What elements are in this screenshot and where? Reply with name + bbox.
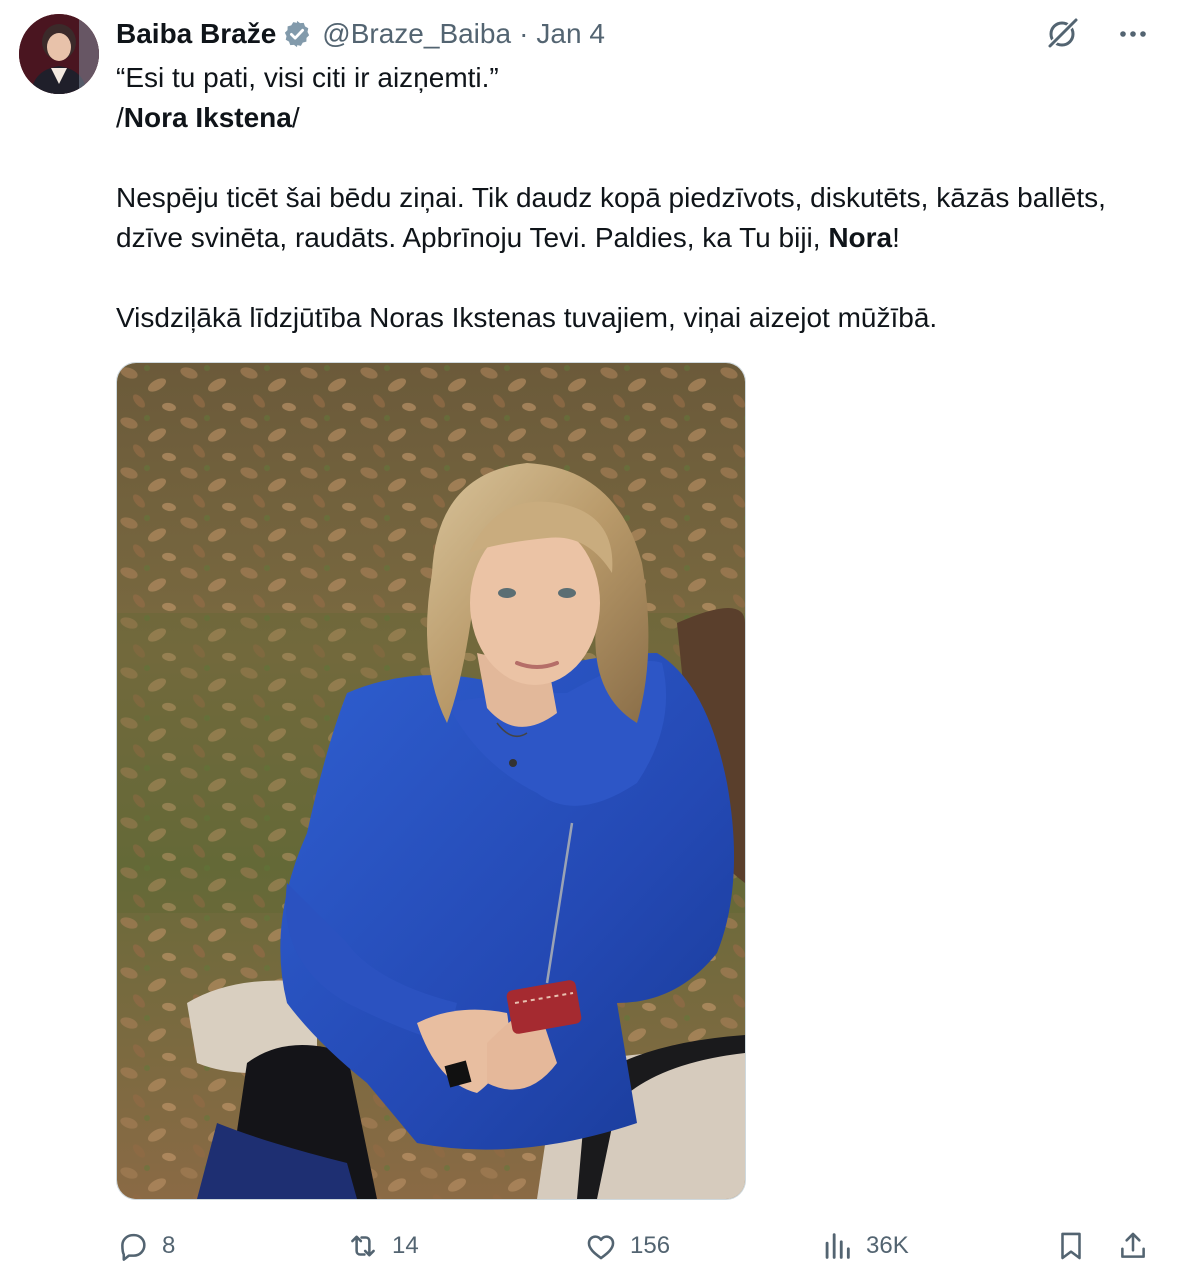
quote-line: “Esi tu pati, visi citi ir aizņemti.” xyxy=(116,62,499,93)
avatar[interactable] xyxy=(19,14,99,94)
grok-icon[interactable] xyxy=(1044,16,1080,52)
quote-author-name: Nora Ikstena xyxy=(123,102,292,133)
like-count: 156 xyxy=(630,1232,671,1259)
more-icon[interactable] xyxy=(1116,17,1150,51)
tweet-card[interactable]: Baiba Braže @Braze_Baiba · Jan 4 “Esi tu… xyxy=(0,0,1186,1284)
quote-author-line: /Nora Ikstena/ xyxy=(116,98,1156,138)
action-bar: 8 14 156 36K xyxy=(116,1222,1156,1270)
top-actions xyxy=(1044,14,1150,54)
tweet-photo[interactable] xyxy=(116,362,746,1200)
tweet-date[interactable]: Jan 4 xyxy=(536,18,605,50)
separator-dot: · xyxy=(519,18,529,49)
bookmark-button[interactable] xyxy=(1054,1222,1088,1270)
paragraph-2-end: ! xyxy=(892,222,900,253)
repost-button[interactable]: 14 xyxy=(346,1222,419,1270)
share-icon xyxy=(1121,1232,1145,1258)
like-button[interactable]: 156 xyxy=(584,1222,670,1270)
author-handle[interactable]: @Braze_Baiba xyxy=(322,18,511,50)
repost-count: 14 xyxy=(392,1232,419,1259)
views-button[interactable]: 36K xyxy=(820,1222,909,1270)
reply-button[interactable]: 8 xyxy=(116,1222,175,1270)
share-button[interactable] xyxy=(1116,1222,1150,1270)
verified-badge-icon xyxy=(285,20,310,48)
repost-icon xyxy=(351,1235,375,1257)
tweet-text: “Esi tu pati, visi citi ir aizņemti.” /N… xyxy=(116,58,1156,338)
views-count: 36K xyxy=(866,1232,909,1259)
views-icon xyxy=(825,1233,850,1259)
like-icon xyxy=(587,1235,615,1260)
quote-slash-close: / xyxy=(291,102,300,133)
reply-icon xyxy=(121,1233,146,1261)
reply-count: 8 xyxy=(162,1232,176,1259)
tweet-paragraph-2: Nespēju ticēt šai bēdu ziņai. Tik daudz … xyxy=(116,178,1156,258)
quote-slash-open: / xyxy=(116,102,124,133)
tweet-header: Baiba Braže @Braze_Baiba · Jan 4 xyxy=(116,14,605,54)
paragraph-2-bold-name: Nora xyxy=(828,222,893,253)
author-name[interactable]: Baiba Braže xyxy=(116,18,276,50)
tweet-paragraph-3: Visdziļākā līdzjūtība Noras Ikstenas tuv… xyxy=(116,302,938,333)
bookmark-icon xyxy=(1061,1232,1081,1260)
paragraph-2-text: Nespēju ticēt šai bēdu ziņai. Tik daudz … xyxy=(116,182,1106,253)
